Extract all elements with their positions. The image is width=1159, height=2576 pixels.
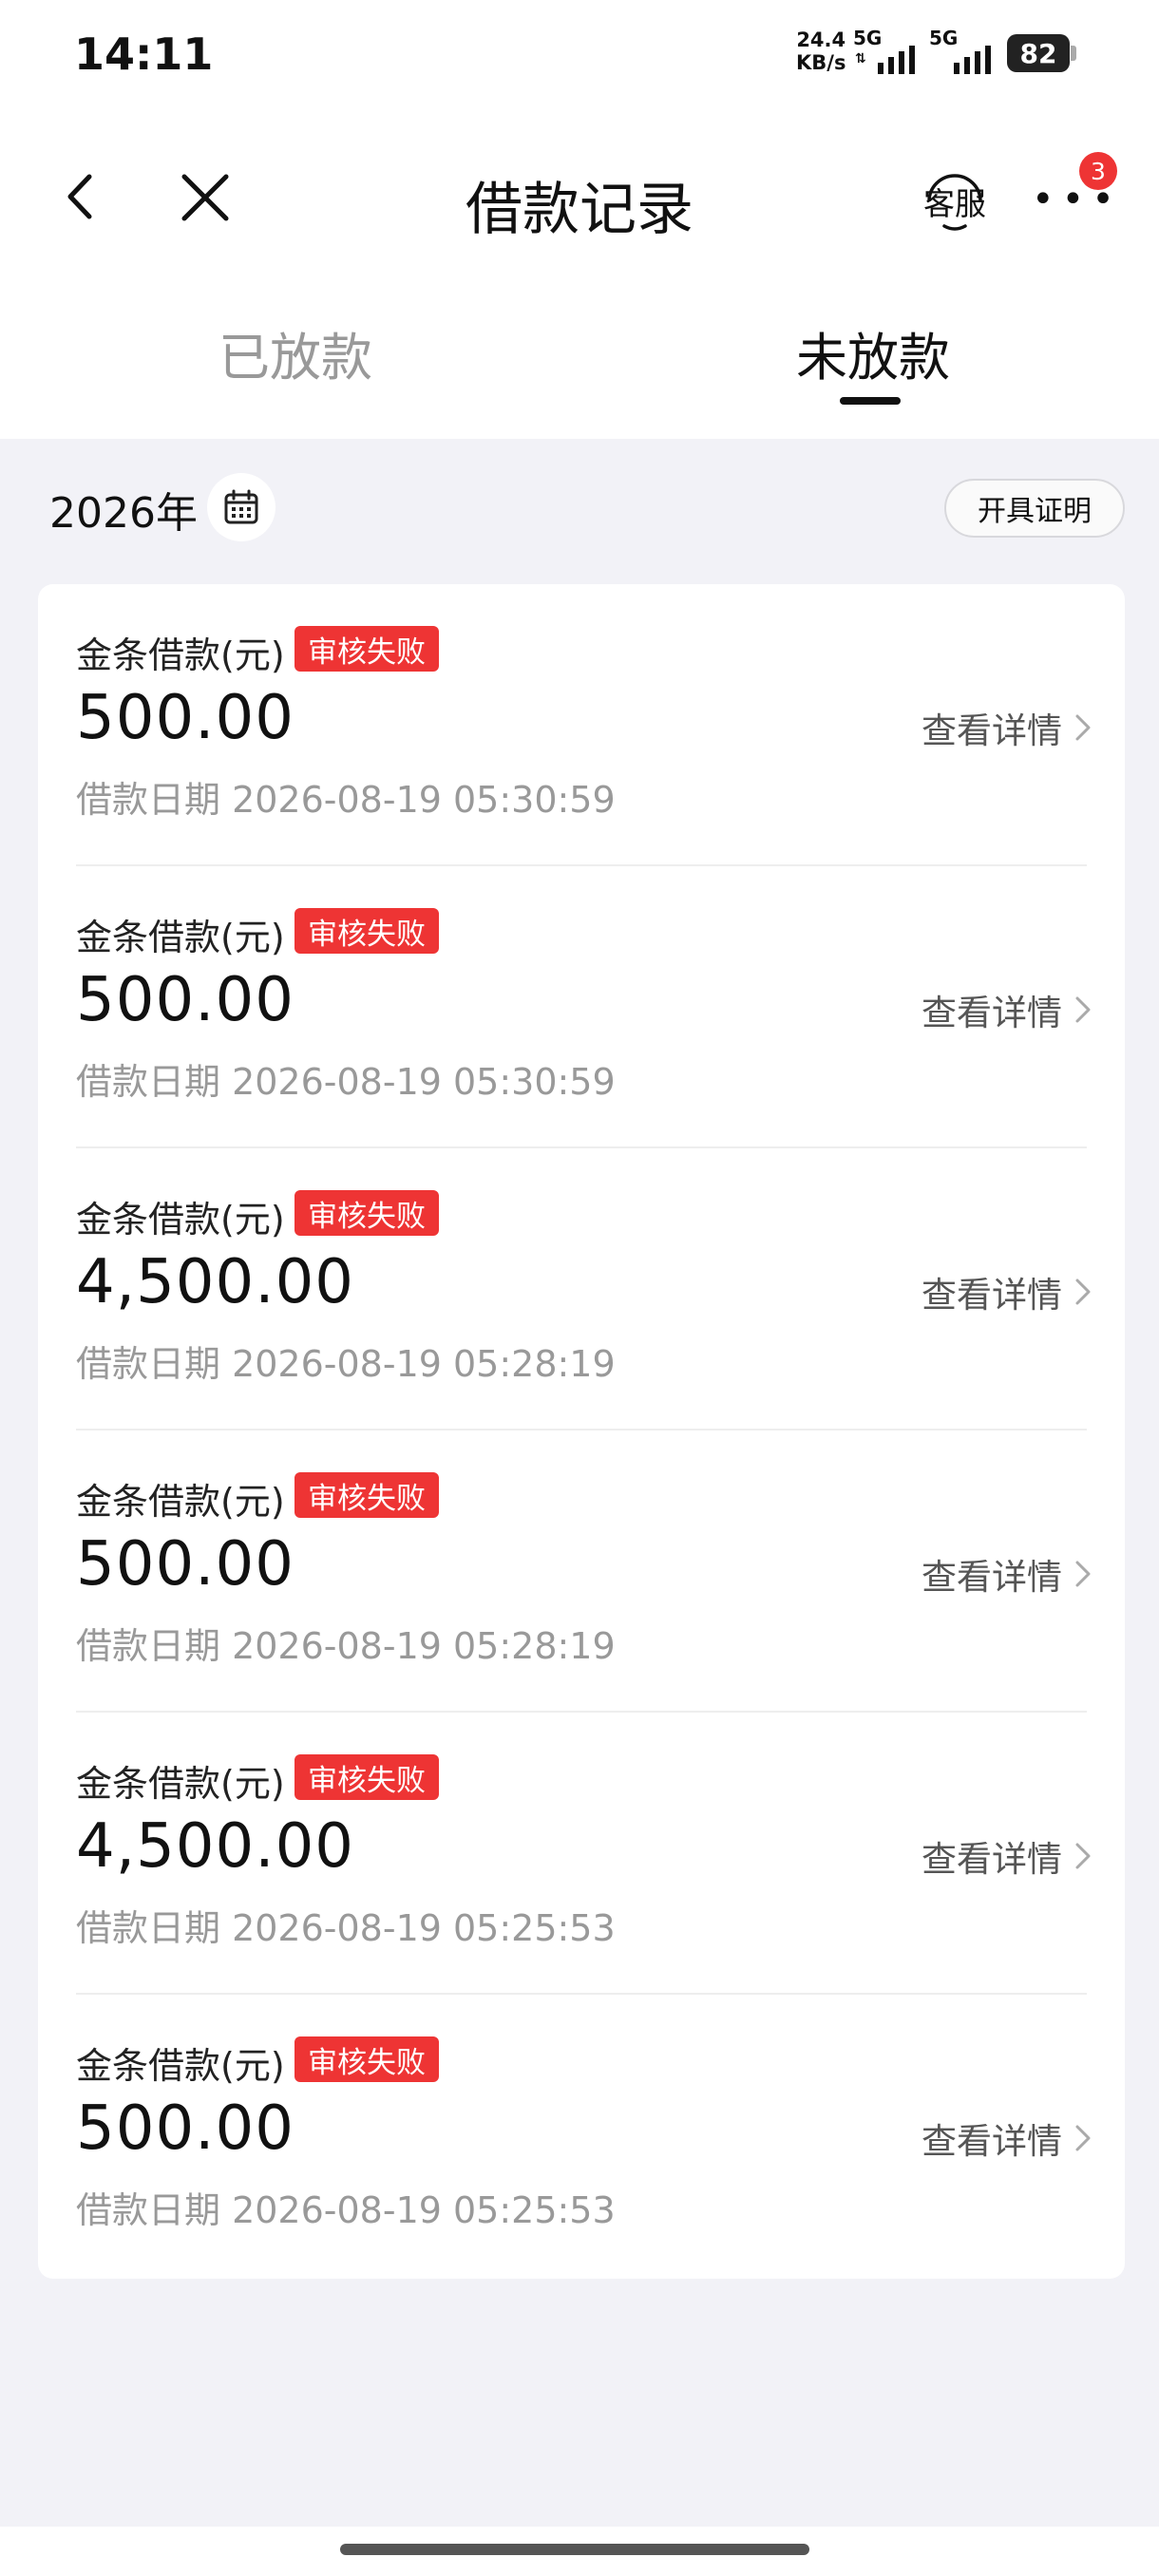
loan-amount: 500.00 — [76, 965, 294, 1035]
list-item[interactable]: 金条借款(元) 审核失败 500.00 借款日期 2026-08-19 05:3… — [38, 584, 1125, 866]
active-tab-indicator — [840, 397, 901, 405]
loan-amount: 4,500.00 — [76, 1247, 354, 1317]
battery-cap — [1071, 46, 1076, 61]
calendar-button[interactable] — [207, 473, 276, 541]
list-item[interactable]: 金条借款(元) 审核失败 500.00 借款日期 2026-08-19 05:3… — [38, 866, 1125, 1148]
status-badge: 审核失败 — [294, 1754, 439, 1800]
loan-amount: 500.00 — [76, 1529, 294, 1600]
loan-date: 借款日期 2026-08-19 05:28:19 — [76, 1343, 616, 1385]
notification-badge: 3 — [1079, 152, 1117, 190]
year-label: 2026年 — [49, 489, 198, 538]
status-badge: 审核失败 — [294, 2036, 439, 2082]
loan-type-label: 金条借款(元) — [76, 1763, 285, 1805]
tab-not-disbursed[interactable]: 未放款 — [796, 315, 950, 390]
issue-certificate-button[interactable]: 开具证明 — [944, 479, 1125, 538]
list-item[interactable]: 金条借款(元) 审核失败 4,500.00 借款日期 2026-08-19 05… — [38, 1148, 1125, 1430]
signal-icon: 5G — [929, 27, 996, 74]
loan-amount: 500.00 — [76, 683, 294, 753]
list-item[interactable]: 金条借款(元) 审核失败 500.00 借款日期 2026-08-19 05:2… — [38, 1995, 1125, 2277]
view-details-label: 查看详情 — [922, 993, 1062, 1033]
list-item[interactable]: 金条借款(元) 审核失败 500.00 借款日期 2026-08-19 05:2… — [38, 1430, 1125, 1713]
status-badge: 审核失败 — [294, 1472, 439, 1518]
battery-icon: 82 — [1007, 34, 1070, 72]
loan-type-label: 金条借款(元) — [76, 2045, 285, 2087]
battery-level: 82 — [1019, 37, 1057, 69]
view-details-link[interactable]: 查看详情 — [922, 1266, 1092, 1317]
view-details-label: 查看详情 — [922, 1275, 1062, 1316]
list-item[interactable]: 金条借款(元) 审核失败 4,500.00 借款日期 2026-08-19 05… — [38, 1713, 1125, 1995]
view-details-label: 查看详情 — [922, 1557, 1062, 1598]
view-details-link[interactable]: 查看详情 — [922, 1830, 1092, 1882]
customer-service-button[interactable]: 客服 — [922, 163, 988, 239]
network-speed-value: 24.4 — [796, 28, 846, 51]
view-details-label: 查看详情 — [922, 1839, 1062, 1880]
loan-date: 借款日期 2026-08-19 05:28:19 — [76, 1625, 616, 1667]
loan-type-label: 金条借款(元) — [76, 917, 285, 958]
network-speed: 24.4 KB/s — [796, 28, 846, 74]
chevron-right-icon — [1075, 714, 1091, 741]
loan-records-list: 金条借款(元) 审核失败 500.00 借款日期 2026-08-19 05:3… — [38, 584, 1125, 2279]
view-details-label: 查看详情 — [922, 2121, 1062, 2162]
loan-date: 借款日期 2026-08-19 05:25:53 — [76, 2189, 616, 2231]
status-badge: 审核失败 — [294, 908, 439, 954]
signal-icon: 5G ⇅ — [853, 27, 920, 74]
customer-service-label: 客服 — [923, 185, 986, 222]
loan-amount: 500.00 — [76, 2093, 294, 2164]
loan-type-label: 金条借款(元) — [76, 1199, 285, 1241]
network-speed-unit: KB/s — [796, 51, 846, 74]
loan-amount: 4,500.00 — [76, 1811, 354, 1882]
loan-type-label: 金条借款(元) — [76, 635, 285, 676]
view-details-link[interactable]: 查看详情 — [922, 1548, 1092, 1600]
chevron-right-icon — [1075, 1843, 1091, 1869]
chevron-right-icon — [1075, 996, 1091, 1023]
tab-disbursed[interactable]: 已放款 — [218, 315, 372, 390]
home-indicator[interactable] — [340, 2544, 809, 2555]
status-badge: 审核失败 — [294, 1190, 439, 1236]
calendar-icon — [224, 489, 258, 524]
view-details-link[interactable]: 查看详情 — [922, 702, 1092, 753]
chevron-right-icon — [1075, 1279, 1091, 1305]
loan-date: 借款日期 2026-08-19 05:25:53 — [76, 1907, 616, 1949]
status-time: 14:11 — [74, 28, 214, 80]
view-details-link[interactable]: 查看详情 — [922, 2112, 1092, 2164]
chevron-right-icon — [1075, 2125, 1091, 2151]
loan-date: 借款日期 2026-08-19 05:30:59 — [76, 1061, 616, 1103]
chevron-right-icon — [1075, 1561, 1091, 1587]
view-details-link[interactable]: 查看详情 — [922, 984, 1092, 1035]
status-badge: 审核失败 — [294, 626, 439, 672]
loan-date: 借款日期 2026-08-19 05:30:59 — [76, 779, 616, 821]
view-details-label: 查看详情 — [922, 710, 1062, 751]
loan-type-label: 金条借款(元) — [76, 1481, 285, 1523]
